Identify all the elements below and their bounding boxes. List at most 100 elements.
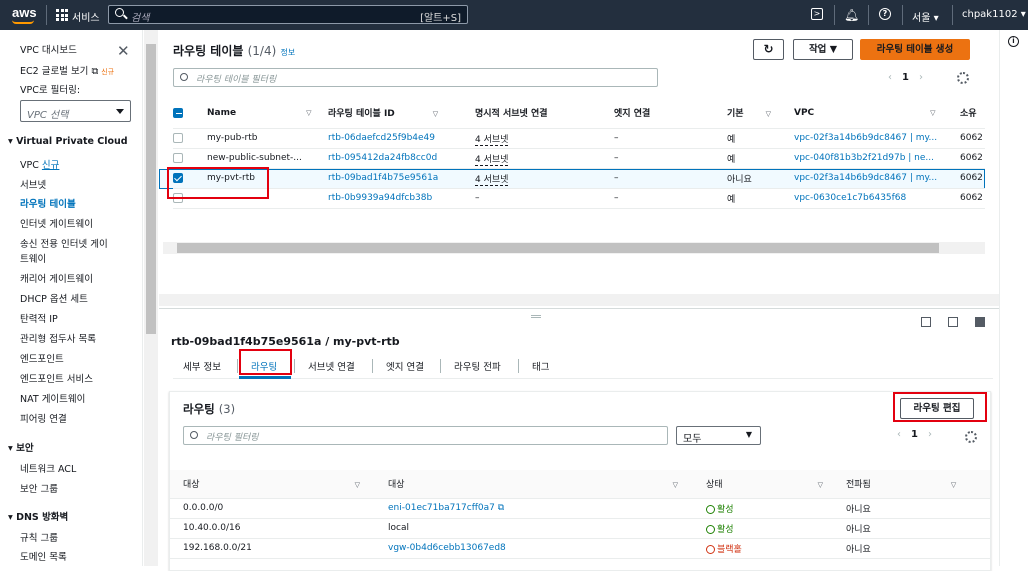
cell-subnets[interactable]: 4 서브넷 (475, 134, 509, 146)
cell-vpc[interactable]: vpc-040f81b3b2f21d97b | ne... (794, 148, 960, 168)
sidebar-item-vpc[interactable]: VPC 신규 (20, 157, 59, 171)
tab-tags[interactable]: 태그 (532, 359, 549, 373)
col-vpc[interactable]: VPC ▽ (794, 98, 960, 128)
col-target[interactable]: 대상 ▽ (375, 470, 693, 498)
col-subnet-assoc[interactable]: 명시적 서브넷 연결 (475, 98, 614, 128)
table-row-selected[interactable]: my-pvt-rtb rtb-09bad1f4b75e9561a 4 서브넷 –… (173, 168, 985, 188)
tab-edge-assoc[interactable]: 엣지 연결 (386, 359, 424, 373)
tab-details[interactable]: 세부 정보 (183, 359, 221, 373)
services-grid-icon[interactable] (56, 9, 68, 21)
table-row[interactable]: new-public-subnet-... rtb-095412da24fb8c… (173, 148, 985, 168)
split-bottom-icon[interactable] (921, 317, 931, 327)
page-number[interactable]: 1 (911, 429, 918, 440)
refresh-button[interactable]: ↻ (753, 39, 784, 60)
col-edge-assoc[interactable]: 엣지 연결 (614, 98, 727, 128)
sidebar-item-igw[interactable]: 인터넷 게이트웨이 (20, 216, 93, 230)
col-status[interactable]: 상태 ▽ (693, 470, 833, 498)
account-menu[interactable]: chpak1102 ▾ (962, 9, 1026, 20)
prev-page-icon[interactable]: ‹ (888, 72, 892, 83)
highlight-box-selected-row (167, 167, 269, 199)
info-link[interactable]: 정보 (280, 48, 295, 57)
vpc-filter-select[interactable]: VPC 선택 (20, 100, 131, 122)
tab-subnet-assoc[interactable]: 서브넷 연결 (308, 359, 355, 373)
bell-icon[interactable]: 🔔︎ (844, 8, 859, 22)
row-checkbox[interactable] (173, 132, 183, 143)
cell-rtb-id[interactable]: rtb-09bad1f4b75e9561a (328, 168, 475, 188)
settings-gear-icon[interactable] (965, 431, 977, 443)
route-table-filter-input[interactable]: 라우팅 테이블 필터링 (173, 68, 658, 87)
cell-vpc[interactable]: vpc-02f3a14b6b9dc8467 | my... (794, 168, 960, 188)
routes-type-select[interactable]: 모두 ▼ (676, 426, 761, 445)
next-page-icon[interactable]: › (928, 429, 932, 440)
search-input[interactable]: 검색 [알트+S] (108, 5, 468, 24)
next-page-icon[interactable]: › (919, 72, 923, 83)
aws-logo[interactable]: aws (12, 5, 37, 20)
cell-target-link[interactable]: vgw-0b4d6cebb13067ed8 (388, 543, 506, 553)
sidebar-item-carrier-gw[interactable]: 캐리어 게이트웨이 (20, 271, 93, 285)
cell-rtb-id[interactable]: rtb-0b9939a94dfcb38b (328, 188, 475, 208)
settings-gear-icon[interactable] (957, 72, 969, 84)
sidebar-item-endpoints[interactable]: 엔드포인트 (20, 351, 64, 365)
sidebar-item-egress-igw-cont[interactable]: 트웨이 (20, 251, 46, 265)
sidebar-item-eip[interactable]: 탄력적 IP (20, 311, 58, 325)
col-rtb-id[interactable]: 라우팅 테이블 ID ▽ (328, 98, 475, 128)
col-name[interactable]: Name ▽ (207, 98, 328, 128)
sidebar-item-label: VPC (20, 160, 39, 171)
table-horizontal-scrollbar[interactable] (163, 242, 985, 254)
sidebar-item-nat[interactable]: NAT 게이트웨이 (20, 391, 85, 405)
sidebar-item-ec2-global[interactable]: EC2 글로벌 보기 ⧉ 신규 (20, 63, 114, 77)
services-menu[interactable]: 서비스 (72, 9, 100, 24)
maximize-icon[interactable] (975, 317, 985, 327)
sidebar-item-peering[interactable]: 피어링 연결 (20, 411, 67, 425)
table-row[interactable]: my-pub-rtb rtb-06daefcd25f9b4e49 4 서브넷 –… (173, 128, 985, 148)
sidebar-section-dns-firewall[interactable]: ▾ DNS 방화벽 (8, 509, 68, 523)
sidebar-item-prefix-lists[interactable]: 관리형 접두사 목록 (20, 331, 96, 345)
cloudshell-icon[interactable]: > (811, 8, 823, 20)
cell-rtb-id[interactable]: rtb-095412da24fb8cc0d (328, 148, 475, 168)
sidebar-section-security[interactable]: ▾ 보안 (8, 440, 34, 454)
sidebar-item-nacl[interactable]: 네트워크 ACL (20, 461, 76, 475)
close-icon[interactable]: ✕ (117, 42, 130, 60)
col-main[interactable]: 기본 ▽ (727, 98, 794, 128)
select-all-checkbox[interactable] (173, 107, 183, 118)
scrollbar-thumb[interactable] (146, 44, 156, 334)
sidebar-section-vpc[interactable]: ▾ Virtual Private Cloud (8, 136, 128, 147)
page-number[interactable]: 1 (902, 72, 909, 83)
cell-vpc[interactable]: vpc-02f3a14b6b9dc8467 | my... (794, 128, 960, 148)
cell-target-link[interactable]: eni-01ec71ba717cff0a7 (388, 503, 495, 513)
help-icon[interactable]: ? (879, 8, 891, 20)
split-side-icon[interactable] (948, 317, 958, 327)
info-panel-icon[interactable]: i (1008, 36, 1019, 47)
col-owner[interactable]: 소유 (960, 98, 985, 128)
actions-button[interactable]: 작업 ▼ (793, 39, 853, 60)
panel-horizontal-scrollbar[interactable] (159, 294, 999, 306)
sidebar-item-egress-igw[interactable]: 송신 전용 인터넷 게이 (20, 236, 108, 250)
cell-subnets[interactable]: 4 서브넷 (475, 154, 509, 166)
cell-subnets[interactable]: 4 서브넷 (475, 174, 509, 186)
cell-vpc[interactable]: vpc-0630ce1c7b6435f68 (794, 188, 960, 208)
region-selector[interactable]: 서울 ▾ (912, 9, 939, 24)
sidebar-scrollbar[interactable] (144, 30, 158, 566)
sidebar-item-endpoint-services[interactable]: 엔드포인트 서비스 (20, 371, 93, 385)
cell-rtb-id[interactable]: rtb-06daefcd25f9b4e49 (328, 128, 475, 148)
scrollbar-thumb[interactable] (177, 243, 939, 253)
sidebar-item-vpc-dashboard[interactable]: VPC 대시보드 (20, 42, 77, 56)
sidebar-item-dhcp[interactable]: DHCP 옵션 세트 (20, 291, 88, 305)
routes-filter-input[interactable]: 라우팅 필터링 (183, 426, 668, 445)
sidebar-item-rule-groups[interactable]: 규칙 그룹 (20, 530, 58, 544)
create-route-table-button[interactable]: 라우팅 테이블 생성 (860, 39, 970, 60)
sidebar-item-domain-lists[interactable]: 도메인 목록 (20, 549, 67, 563)
tab-route-propagation[interactable]: 라우팅 전파 (454, 359, 501, 373)
row-checkbox[interactable] (173, 152, 183, 163)
sidebar-item-sg[interactable]: 보안 그룹 (20, 481, 58, 495)
select-value: 모두 (683, 434, 702, 445)
sidebar-item-route-tables[interactable]: 라우팅 테이블 (20, 196, 76, 210)
prev-page-icon[interactable]: ‹ (897, 429, 901, 440)
external-link-icon[interactable]: ⧉ (498, 503, 504, 513)
table-row[interactable]: – rtb-0b9939a94dfcb38b – – 예 vpc-0630ce1… (173, 188, 985, 208)
col-propagated[interactable]: 전파됨 ▽ (833, 470, 990, 498)
tab-divider (518, 359, 519, 373)
col-destination[interactable]: 대상 ▽ (170, 470, 375, 498)
resize-handle-icon[interactable] (531, 315, 541, 318)
sidebar-item-subnets[interactable]: 서브넷 (20, 177, 46, 191)
